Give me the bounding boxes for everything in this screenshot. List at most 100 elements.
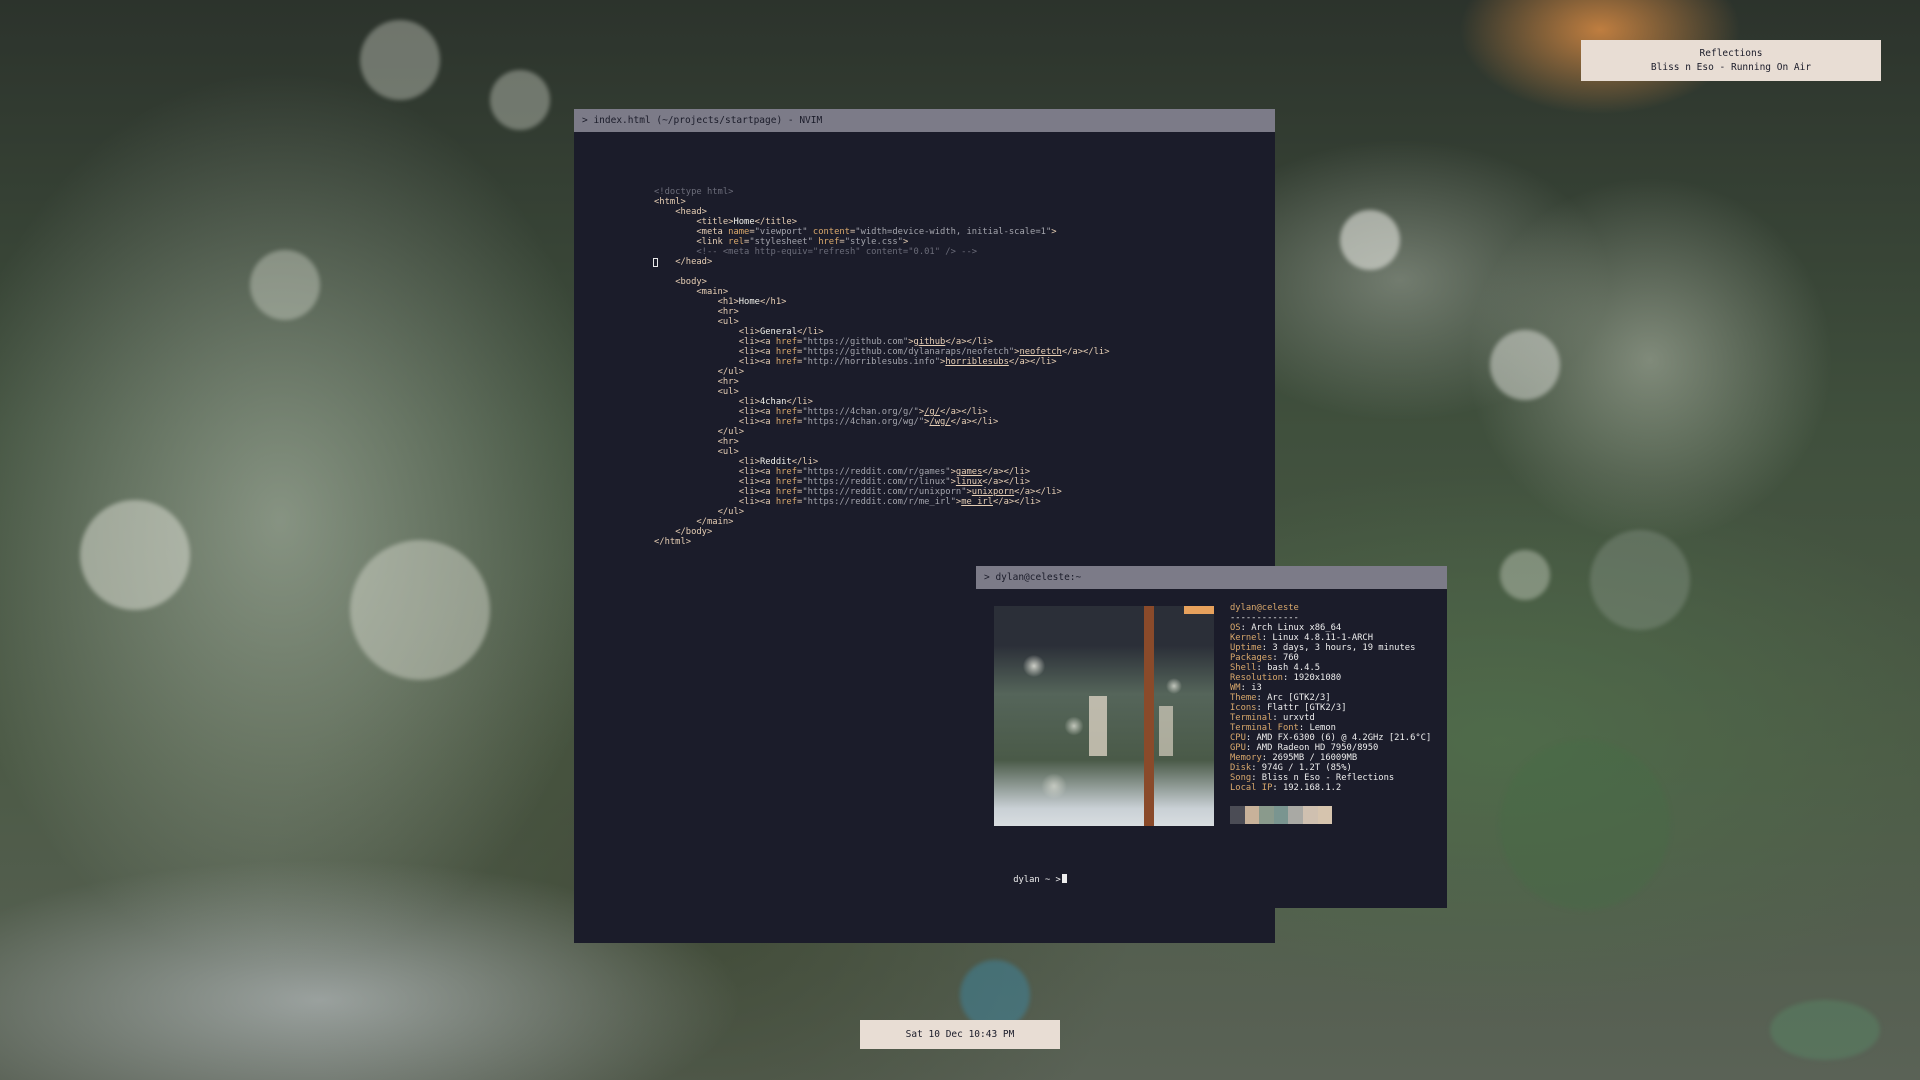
neofetch-info-row: CPU: AMD FX-6300 (6) @ 4.2GHz [21.6°C] <box>1230 733 1431 743</box>
info-separator: : <box>1261 633 1273 643</box>
info-value: Bliss n Eso - Reflections <box>1261 773 1395 783</box>
code-token: <!doctype html> <box>654 187 734 197</box>
code-token: </head> <box>675 257 713 267</box>
info-key: WM <box>1230 683 1241 693</box>
code-editor[interactable]: <!doctype html> <html> <head> <title>Home… <box>654 187 1110 547</box>
code-line: <hr> <box>654 377 1110 387</box>
code-token: <hr> <box>717 377 739 387</box>
code-token: <li> <box>738 457 760 467</box>
code-token: "https://4chan.org/wg/" <box>802 417 925 427</box>
info-value: bash 4.4.5 <box>1267 663 1321 673</box>
info-value: urxvtd <box>1282 713 1315 723</box>
code-token: </a></li> <box>945 337 993 347</box>
code-line: <hr> <box>654 437 1110 447</box>
code-token: /wg/ <box>929 417 951 427</box>
code-token: horriblesubs <box>945 357 1009 367</box>
info-separator: : <box>1298 723 1310 733</box>
code-token: href <box>775 487 798 497</box>
info-key: CPU <box>1230 733 1246 743</box>
palette-swatch <box>1259 806 1274 824</box>
terminal-titlebar[interactable]: > dylan@celeste:~ <box>976 566 1447 589</box>
shell-prompt[interactable]: dylan ~ > <box>992 864 1067 885</box>
code-line: </head> <box>654 257 1110 267</box>
code-token: </a></li> <box>982 467 1031 477</box>
info-separator: : <box>1245 733 1257 743</box>
music-notification: Reflections Bliss n Eso - Running On Air <box>1581 40 1881 81</box>
code-token: href <box>775 337 798 347</box>
code-token: <li><a <box>738 487 776 497</box>
palette-swatch <box>1230 806 1245 824</box>
code-token: <link <box>696 237 729 247</box>
prompt-text: dylan ~ > <box>1013 875 1061 885</box>
code-token: <li> <box>738 397 760 407</box>
neofetch-info-row: Packages: 760 <box>1230 653 1431 663</box>
code-token: </title> <box>754 217 798 227</box>
code-token: linux <box>955 477 983 487</box>
code-token: <li><a <box>738 407 776 417</box>
info-key: Resolution <box>1230 673 1283 683</box>
info-separator: : <box>1240 623 1252 633</box>
code-line: <ul> <box>654 387 1110 397</box>
code-token: </li> <box>786 397 813 407</box>
code-token: </a></li> <box>1008 357 1057 367</box>
code-token: <hr> <box>717 307 739 317</box>
palette-swatch <box>1317 806 1333 824</box>
info-separator: : <box>1256 703 1268 713</box>
info-value: 974G / 1.2T (85%) <box>1261 763 1352 773</box>
terminal-cursor <box>1061 874 1067 883</box>
code-token: <head> <box>675 207 707 217</box>
terminal-window[interactable]: > dylan@celeste:~ dylan@celeste --------… <box>976 566 1447 908</box>
code-token: href <box>818 237 840 247</box>
info-separator: : <box>1272 783 1283 793</box>
info-key: Icons <box>1230 703 1257 713</box>
info-key: Memory <box>1230 753 1262 763</box>
code-line: <li><a href="https://4chan.org/g/">/g/</… <box>654 407 1110 417</box>
code-token: neofetch <box>1019 347 1062 357</box>
code-line: </body> <box>654 527 1110 537</box>
code-token: "stylesheet" <box>749 237 813 247</box>
code-line: <ul> <box>654 317 1110 327</box>
neofetch-info-row: GPU: AMD Radeon HD 7950/8950 <box>1230 743 1431 753</box>
code-token: > <box>1051 227 1057 237</box>
info-value: Arch Linux x86_64 <box>1251 623 1342 633</box>
code-token: Reddit <box>759 457 792 467</box>
clock-bar: Sat 10 Dec 10:43 PM <box>860 1020 1060 1049</box>
code-token: <li><a <box>738 337 776 347</box>
code-line: <html> <box>654 197 1110 207</box>
code-token: General <box>759 327 798 337</box>
notification-subtitle: Bliss n Eso - Running On Air <box>1650 62 1812 73</box>
code-token: <h1> <box>717 297 739 307</box>
nvim-titlebar[interactable]: > index.html (~/projects/startpage) - NV… <box>574 109 1275 132</box>
code-token: </a></li> <box>992 497 1041 507</box>
code-line: <title>Home</title> <box>654 217 1110 227</box>
info-separator: : <box>1251 763 1262 773</box>
info-key: Terminal Font <box>1230 723 1299 733</box>
palette-swatch <box>1302 806 1318 824</box>
code-token: <hr> <box>717 437 739 447</box>
code-token: </li> <box>791 457 819 467</box>
info-key: Shell <box>1230 663 1257 673</box>
code-token: "https://reddit.com/r/linux" <box>802 477 951 487</box>
code-line: <li><a href="https://github.com">github<… <box>654 337 1110 347</box>
info-key: Uptime <box>1230 643 1262 653</box>
info-separator: : <box>1282 673 1294 683</box>
code-token: "https://github.com" <box>802 337 909 347</box>
info-key: Terminal <box>1230 713 1273 723</box>
code-token: <li><a <box>738 417 776 427</box>
palette-swatch <box>1288 806 1303 824</box>
code-token: "https://reddit.com/r/games" <box>802 467 951 477</box>
code-token: href <box>775 467 798 477</box>
neofetch-info-list: OS: Arch Linux x86_64 Kernel: Linux 4.8.1… <box>1230 623 1431 793</box>
